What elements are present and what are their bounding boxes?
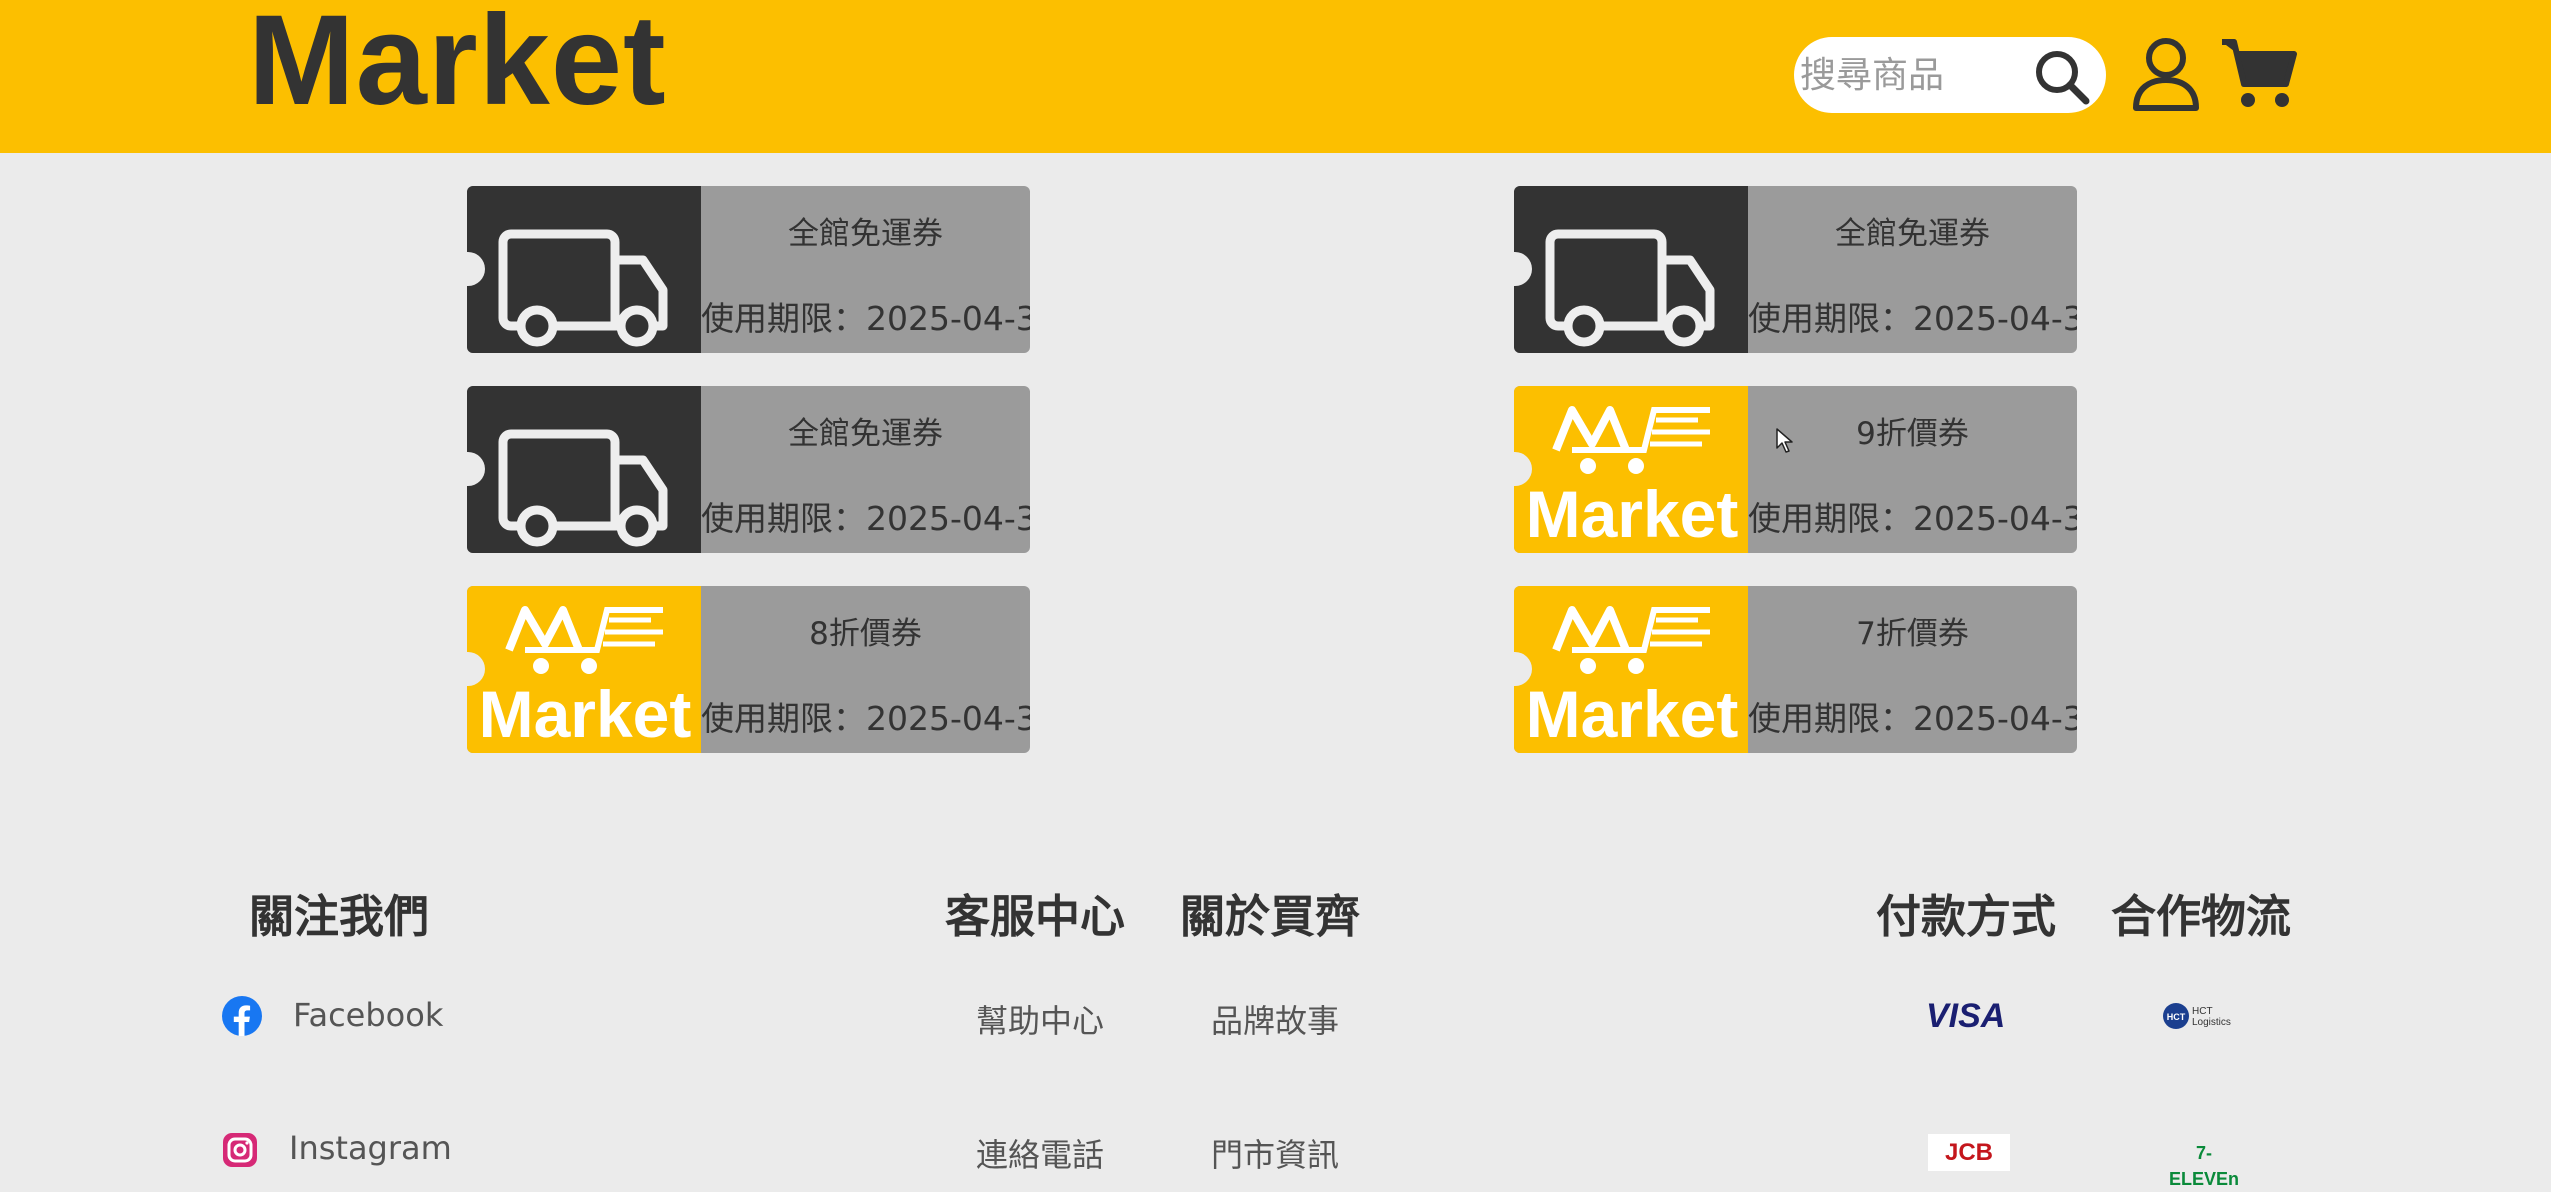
search-icon[interactable] (2032, 47, 2092, 107)
cart-icon[interactable] (2220, 36, 2298, 112)
coupon-card[interactable]: Market 7折價券 使用期限：2025-04-30 (1514, 586, 2077, 753)
coupon-card[interactable]: 全館免運券 使用期限：2025-04-30 (467, 186, 1030, 353)
coupon-expiry: 使用期限：2025-04-30 (1748, 699, 2077, 738)
coupon-expiry: 使用期限：2025-04-30 (1748, 299, 2077, 338)
coupon-expiry: 使用期限：2025-04-30 (701, 299, 1030, 338)
stub-logo-text: Market (1525, 477, 1739, 551)
coupon-title: 全館免運券 (1835, 216, 1990, 252)
coupon-title: 全館免運券 (788, 416, 943, 452)
coupon-stub: Market (1514, 386, 1748, 553)
footer-link-brand-story[interactable]: 品牌故事 (1211, 996, 1339, 1042)
mouse-cursor-icon (1776, 428, 1794, 458)
coupon-title: 全館免運券 (788, 216, 943, 252)
footer-link-store-info[interactable]: 門市資訊 (1211, 1130, 1339, 1176)
coupon-expiry: 使用期限：2025-04-30 (701, 499, 1030, 538)
coupon-card[interactable]: 全館免運券 使用期限：2025-04-30 (1514, 186, 2077, 353)
coupon-stub: Market (1514, 586, 1748, 753)
footer-heading-payment: 付款方式 (1876, 890, 2057, 943)
footer-link-help-center[interactable]: 幫助中心 (976, 996, 1104, 1042)
footer-link-contact-phone[interactable]: 連絡電話 (976, 1130, 1104, 1176)
coupon-title: 7折價券 (1856, 616, 1969, 652)
user-icon[interactable] (2130, 36, 2202, 114)
seven-eleven-logo: 7-ELEVEn (2168, 1143, 2239, 1189)
coupon-title: 9折價券 (1856, 416, 1969, 452)
svg-text:HCT: HCT (2167, 1012, 2186, 1022)
footer-heading-logistics: 合作物流 (2111, 890, 2292, 943)
search-bar (1794, 37, 2106, 113)
coupon-expiry: 使用期限：2025-04-30 (1748, 499, 2077, 538)
stub-logo-text: Market (1525, 677, 1739, 751)
coupon-card[interactable]: Market 8折價券 使用期限：2025-04-30 (467, 586, 1030, 753)
instagram-icon[interactable] (222, 1132, 258, 1172)
coupon-stub: Market (467, 586, 701, 753)
search-input[interactable] (1798, 45, 2022, 105)
coupon-stub (467, 186, 701, 353)
site-header: Market (0, 0, 2551, 153)
site-logo[interactable]: Market (248, 0, 667, 138)
stub-logo-text: Market (478, 677, 692, 751)
footer-heading-service: 客服中心 (945, 890, 1126, 943)
coupon-card[interactable]: Market 9折價券 使用期限：2025-04-30 (1514, 386, 2077, 553)
hct-logistics-logo: HCT HCT Logistics (2162, 998, 2248, 1034)
footer-link-instagram[interactable]: Instagram (289, 1129, 452, 1167)
coupon-stub (1514, 186, 1748, 353)
coupon-title: 8折價券 (809, 616, 922, 652)
footer-heading-follow: 關注我們 (249, 890, 430, 943)
facebook-icon[interactable] (222, 996, 262, 1040)
visa-logo: VISA (1926, 997, 2006, 1035)
coupon-expiry: 使用期限：2025-04-30 (701, 699, 1030, 738)
jcb-logo: JCB (1928, 1134, 2010, 1171)
footer-heading-about: 關於買齊 (1180, 890, 1361, 943)
coupon-stub (467, 386, 701, 553)
coupon-card[interactable]: 全館免運券 使用期限：2025-04-30 (467, 386, 1030, 553)
footer-link-facebook[interactable]: Facebook (293, 996, 443, 1034)
